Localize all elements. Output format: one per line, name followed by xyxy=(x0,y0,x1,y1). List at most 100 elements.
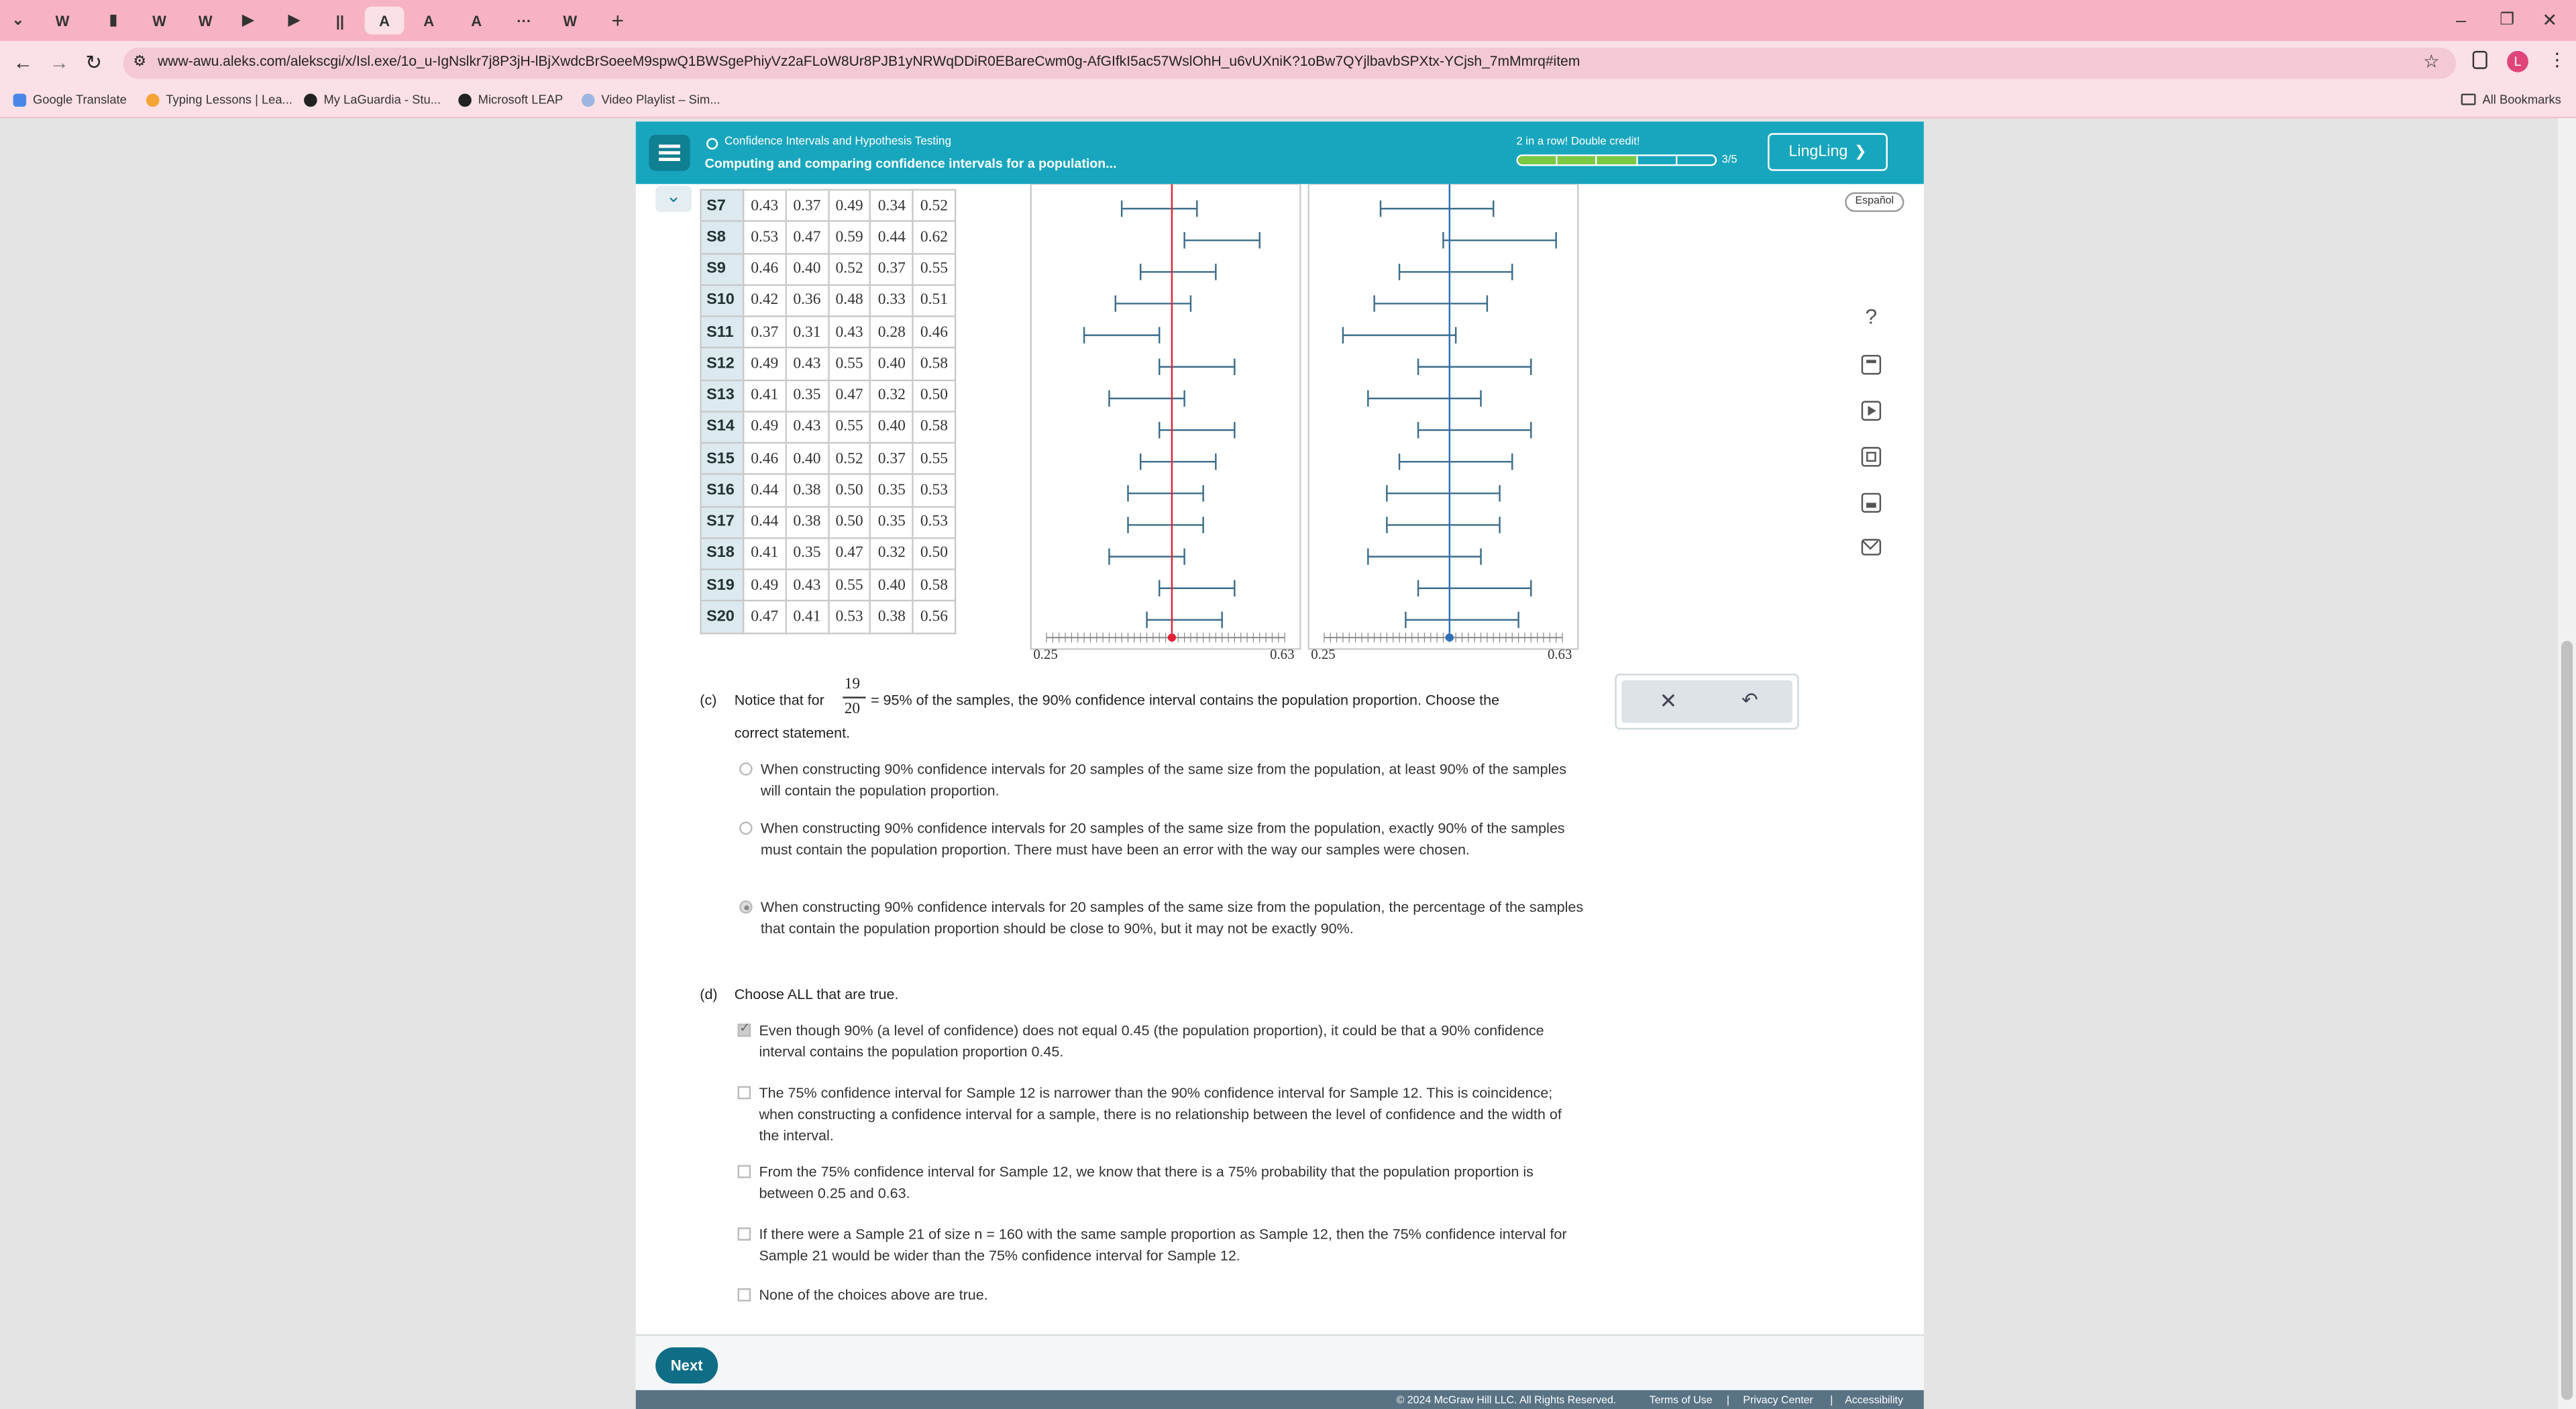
next-button[interactable]: Next xyxy=(655,1347,718,1384)
option-c-3[interactable]: When constructing 90% confidence interva… xyxy=(761,897,1599,940)
progress-count: 3/5 xyxy=(1721,154,1737,166)
option-d-4[interactable]: If there were a Sample 21 of size n = 16… xyxy=(759,1224,1597,1267)
table-cell: 0.40 xyxy=(785,441,829,476)
browser-tab[interactable]: A xyxy=(409,7,449,35)
forward-arrow-icon[interactable]: → xyxy=(49,51,68,74)
sample-table-container: S7 0.43 0.37 0.49 0.34 0.52 S8 0.53 0.47 0.59 0.44… xyxy=(700,189,1023,641)
browser-tab[interactable]: W xyxy=(43,7,83,35)
language-toggle[interactable]: Español xyxy=(1845,192,1904,212)
answer-tools-box: ✕ ↶ xyxy=(1615,674,1799,730)
table-cell: 0.55 xyxy=(912,441,957,476)
tab-list-chevron-icon[interactable]: ⌄ xyxy=(7,7,30,35)
table-cell: 0.50 xyxy=(912,537,957,570)
help-question-icon[interactable]: ? xyxy=(1855,301,1888,333)
table-cell: 0.44 xyxy=(869,220,914,254)
radio-c-option-3-selected[interactable] xyxy=(739,900,753,914)
checkbox-d-option-1-checked[interactable]: ✓ xyxy=(737,1021,751,1037)
reload-icon[interactable]: ↻ xyxy=(85,51,102,74)
table-cell: 0.47 xyxy=(785,220,829,254)
video-icon[interactable] xyxy=(1861,401,1882,421)
bookmark-google-translate[interactable]: Google Translate xyxy=(13,92,127,107)
browser-tab[interactable]: ▮ xyxy=(94,7,133,35)
accessibility-link[interactable]: Accessibility xyxy=(1845,1395,1903,1406)
progress-segment xyxy=(1517,156,1558,164)
browser-menu-icon[interactable]: ⋮ xyxy=(2548,49,2566,70)
table-cell: 0.43 xyxy=(785,410,829,444)
option-d-3[interactable]: From the 75% confidence interval for Sam… xyxy=(759,1161,1564,1204)
chart-frame xyxy=(1030,184,1301,650)
globe-icon xyxy=(458,93,472,106)
table-cell: 0.32 xyxy=(869,537,914,570)
option-d-1[interactable]: Even though 90% (a level of confidence) … xyxy=(759,1021,1580,1063)
part-c-text-b: = 95% of the samples, the 90% confidence… xyxy=(870,692,1500,709)
table-cell: 0.58 xyxy=(912,347,957,380)
radio-c-option-1[interactable] xyxy=(739,762,753,776)
table-cell: 0.37 xyxy=(869,441,914,476)
collapse-chevron-icon[interactable]: ⌄ xyxy=(655,185,692,212)
user-menu-button[interactable]: LingLing ❯ xyxy=(1768,133,1888,171)
checkbox-d-option-3[interactable] xyxy=(737,1165,751,1178)
new-tab-plus-icon[interactable]: + xyxy=(598,7,637,35)
table-cell: 0.44 xyxy=(742,505,787,539)
browser-tab[interactable]: A xyxy=(457,7,496,35)
bookmark-star-icon[interactable]: ☆ xyxy=(2423,51,2439,72)
mail-icon[interactable] xyxy=(1861,533,1882,556)
site-info-icon[interactable]: ⚙ xyxy=(133,52,146,70)
bookmark-video-playlist[interactable]: Video Playlist – Sim... xyxy=(581,92,720,107)
option-c-2[interactable]: When constructing 90% confidence interva… xyxy=(761,819,1599,862)
radio-c-option-2[interactable] xyxy=(739,821,753,835)
confidence-interval-chart-75: 0.25 0.63 xyxy=(1307,184,1579,662)
all-bookmarks[interactable]: All Bookmarks xyxy=(2461,92,2561,107)
part-c-text-c: correct statement. xyxy=(734,725,851,741)
browser-tab[interactable]: A xyxy=(364,6,405,35)
option-d-2[interactable]: The 75% confidence interval for Sample 1… xyxy=(759,1083,1580,1147)
translate-icon xyxy=(13,93,27,106)
menu-hamburger-icon[interactable] xyxy=(649,134,690,171)
dictionary-icon[interactable] xyxy=(1861,492,1882,513)
table-cell: 0.50 xyxy=(827,505,871,539)
bookmark-microsoft-leap[interactable]: Microsoft LEAP xyxy=(458,92,563,107)
profile-avatar[interactable]: L xyxy=(2507,50,2529,72)
close-window-icon[interactable]: ✕ xyxy=(2530,7,2569,35)
streak-message: 2 in a row! Double credit! xyxy=(1516,136,1640,148)
clear-x-icon[interactable]: ✕ xyxy=(1659,688,1677,715)
bookmark-typing-lessons[interactable]: Typing Lessons | Lea... xyxy=(146,92,292,107)
textbook-grid-icon[interactable] xyxy=(1861,447,1882,467)
undo-icon[interactable]: ↶ xyxy=(1741,688,1758,711)
table-cell: 0.38 xyxy=(785,473,829,507)
privacy-link[interactable]: Privacy Center xyxy=(1743,1395,1813,1406)
scrollbar-thumb[interactable] xyxy=(2561,641,2573,1400)
bookmark-laguardia[interactable]: My LaGuardia - Stu... xyxy=(304,92,441,107)
calculator-icon[interactable] xyxy=(1861,354,1882,375)
copyright-text: © 2024 McGraw Hill LLC. All Rights Reser… xyxy=(1396,1395,1617,1407)
progress-segment xyxy=(1677,156,1715,164)
address-bar[interactable]: ⚙ www-awu.aleks.com/alekscgi/x/Isl.exe/1… xyxy=(123,48,2457,79)
back-arrow-icon[interactable]: ← xyxy=(13,51,33,74)
table-cell: 0.53 xyxy=(912,505,957,539)
table-cell: 0.32 xyxy=(869,378,914,413)
browser-tab[interactable]: || xyxy=(321,7,360,35)
browser-tab[interactable]: W xyxy=(550,7,590,35)
browser-tab[interactable]: ··· xyxy=(504,7,544,35)
browser-tab[interactable]: W xyxy=(140,7,179,35)
minimize-icon[interactable]: – xyxy=(2441,7,2481,35)
browser-tab[interactable]: ▶ xyxy=(274,7,314,35)
table-cell: 0.37 xyxy=(742,315,787,349)
checkbox-d-option-5[interactable] xyxy=(737,1288,751,1302)
table-row: S12 0.49 0.43 0.55 0.40 0.58 xyxy=(700,347,957,380)
table-row: S16 0.44 0.38 0.50 0.35 0.53 xyxy=(700,473,957,507)
browser-tab[interactable]: ▶ xyxy=(228,7,268,35)
browser-tab[interactable]: W xyxy=(186,7,225,35)
checkbox-d-option-2[interactable] xyxy=(737,1086,751,1100)
table-cell: 0.49 xyxy=(742,568,787,602)
option-c-1[interactable]: When constructing 90% confidence interva… xyxy=(761,759,1591,802)
population-marker xyxy=(1167,633,1177,642)
side-panel-icon[interactable] xyxy=(2472,50,2487,69)
url-text: www-awu.aleks.com/alekscgi/x/Isl.exe/1o_… xyxy=(158,52,1580,69)
option-d-5[interactable]: None of the choices above are true. xyxy=(759,1285,1597,1306)
terms-link[interactable]: Terms of Use xyxy=(1650,1395,1713,1406)
checkbox-d-option-4[interactable] xyxy=(737,1227,751,1241)
scrollbar[interactable] xyxy=(2558,118,2576,1409)
chevron-down-icon: ❯ xyxy=(1854,143,1867,160)
restore-icon[interactable]: ❐ xyxy=(2487,7,2527,35)
